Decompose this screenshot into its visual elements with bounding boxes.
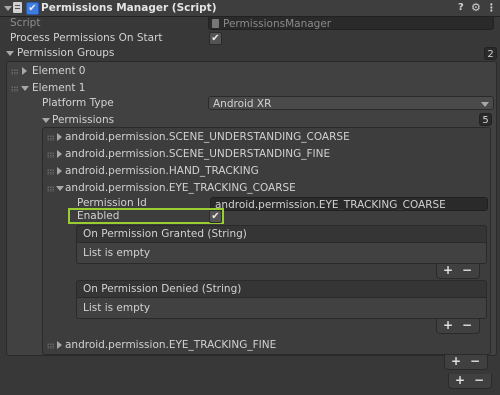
permission-groups-count[interactable]: 2 xyxy=(484,47,497,60)
help-icon[interactable]: ? xyxy=(458,0,464,16)
permission-item-foldout-icon[interactable] xyxy=(57,150,62,158)
component-title: Permissions Manager (Script) xyxy=(41,2,217,14)
platform-type-value: Android XR xyxy=(213,98,272,110)
permissions-label: Permissions xyxy=(52,114,115,126)
drag-handle-icon[interactable] xyxy=(47,169,54,175)
drag-handle-icon[interactable] xyxy=(47,135,54,141)
drag-handle-icon[interactable] xyxy=(47,152,54,158)
permission-item-foldout-icon[interactable] xyxy=(57,167,62,175)
collapse-triangle-icon[interactable] xyxy=(4,6,12,11)
process-on-start-checkbox[interactable]: ✔ xyxy=(209,32,222,45)
drag-handle-icon[interactable] xyxy=(47,186,54,192)
granted-event-title: On Permission Granted (String) xyxy=(83,228,247,240)
permission-id-field[interactable]: android.permission.EYE_TRACKING_COARSE xyxy=(210,197,488,211)
remove-button[interactable]: − xyxy=(458,318,476,333)
permission-groups-label: Permission Groups xyxy=(17,47,115,59)
permission-item[interactable]: android.permission.SCENE_UNDERSTANDING_C… xyxy=(65,129,350,145)
denied-event-title: On Permission Denied (String) xyxy=(83,283,242,295)
permission-item-foldout-icon[interactable] xyxy=(57,133,62,141)
permission-groups-add-remove: + − xyxy=(448,373,492,389)
platform-type-label: Platform Type xyxy=(42,97,114,109)
script-field[interactable]: PermissionsManager xyxy=(208,16,494,30)
script-file-icon xyxy=(212,19,219,28)
context-menu-icon[interactable]: ⋮ xyxy=(486,0,497,16)
remove-button[interactable]: − xyxy=(466,354,484,369)
enabled-checkbox[interactable]: ✔ xyxy=(209,210,222,223)
dropdown-arrow-icon xyxy=(481,102,489,107)
permissions-foldout-icon[interactable] xyxy=(42,118,50,123)
permission-item[interactable]: android.permission.HAND_TRACKING xyxy=(65,163,259,179)
permission-item[interactable]: android.permission.EYE_TRACKING_FINE xyxy=(65,337,276,353)
remove-button[interactable]: − xyxy=(458,263,476,278)
permission-item-foldout-icon[interactable] xyxy=(56,186,64,191)
add-button[interactable]: + xyxy=(451,373,469,388)
script-label: Script xyxy=(10,17,41,29)
script-value: PermissionsManager xyxy=(223,18,332,30)
element0-label[interactable]: Element 0 xyxy=(32,63,86,79)
add-button[interactable]: + xyxy=(439,318,457,333)
permissions-add-remove: + − xyxy=(444,354,488,370)
remove-button[interactable]: − xyxy=(470,373,488,388)
denied-add-remove: + − xyxy=(436,318,480,334)
element1-foldout-icon[interactable] xyxy=(21,86,29,91)
permissions-count[interactable]: 5 xyxy=(479,113,492,126)
element0-foldout-icon[interactable] xyxy=(22,67,27,75)
platform-type-dropdown[interactable]: Android XR xyxy=(208,96,494,110)
add-button[interactable]: + xyxy=(447,354,465,369)
enabled-label: Enabled xyxy=(77,210,120,222)
permission-item[interactable]: android.permission.EYE_TRACKING_COARSE xyxy=(65,180,296,196)
denied-empty-text: List is empty xyxy=(83,302,151,314)
drag-handle-icon[interactable] xyxy=(47,343,54,349)
drag-handle-icon[interactable] xyxy=(11,69,18,75)
drag-handle-icon[interactable] xyxy=(11,86,18,92)
element1-label[interactable]: Element 1 xyxy=(32,80,86,96)
process-on-start-label: Process Permissions On Start xyxy=(10,32,163,44)
permission-item[interactable]: android.permission.SCENE_UNDERSTANDING_F… xyxy=(65,146,330,162)
permission-item-foldout-icon[interactable] xyxy=(57,341,62,349)
component-enabled-checkbox[interactable]: ✔ xyxy=(26,2,39,15)
settings-icon[interactable]: ⚙ xyxy=(471,0,481,16)
permission-groups-foldout-icon[interactable] xyxy=(6,51,14,56)
granted-empty-text: List is empty xyxy=(83,247,151,259)
granted-add-remove: + − xyxy=(436,263,480,279)
add-button[interactable]: + xyxy=(439,263,457,278)
script-icon xyxy=(13,2,22,13)
